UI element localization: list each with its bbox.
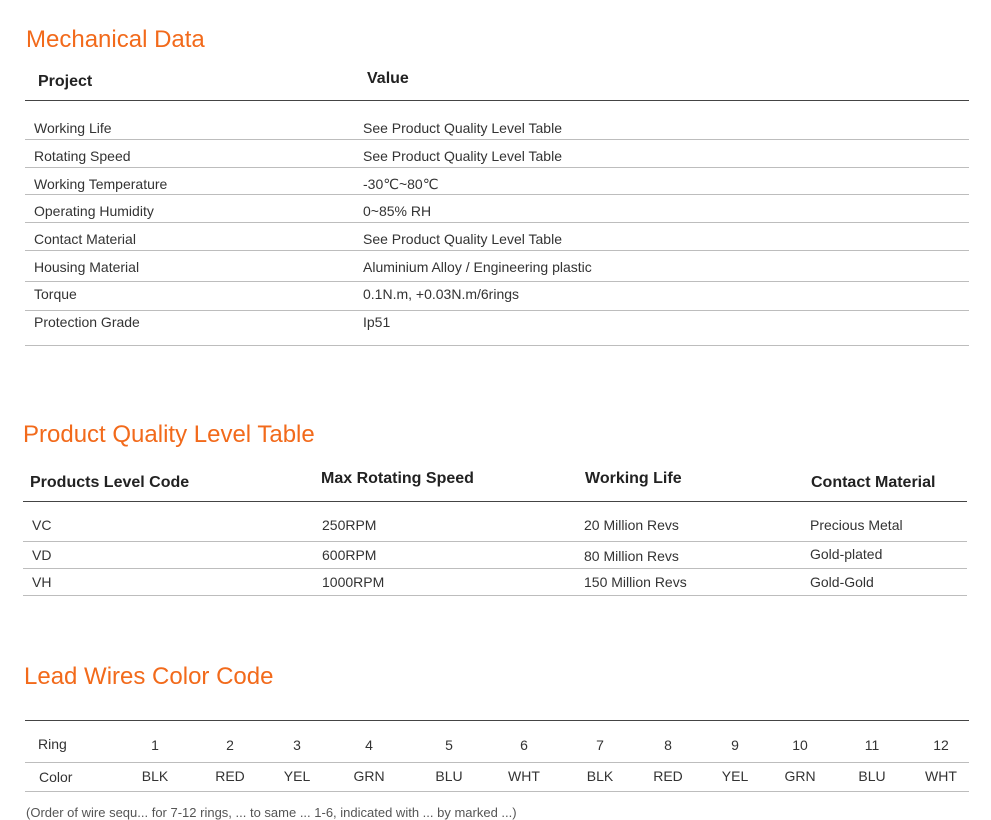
mechanical-row-value: 0.1N.m, +0.03N.m/6rings (363, 286, 520, 302)
quality-cell-max-speed: 600RPM (322, 547, 377, 563)
ring-number: 1 (151, 737, 159, 753)
mechanical-row-value: 0~85% RH (363, 203, 432, 219)
mechanical-row-project: Operating Humidity (34, 203, 154, 219)
ring-number: 9 (731, 737, 739, 753)
wire-color: RED (215, 768, 245, 784)
quality-cell-level-code: VH (32, 574, 52, 590)
wire-color: GRN (353, 768, 385, 784)
ring-number: 7 (596, 737, 604, 753)
ring-number: 2 (226, 737, 234, 753)
mechanical-row-rule (25, 310, 969, 311)
mechanical-row-rule (25, 222, 969, 223)
wire-color: BLU (858, 768, 886, 784)
color-label: Color (39, 769, 73, 785)
lead-wires-title: Lead Wires Color Code (24, 663, 274, 690)
footnote: (Order of wire sequ... for 7-12 rings, .… (26, 805, 517, 820)
wire-color: RED (653, 768, 683, 784)
mechanical-row-project: Protection Grade (34, 314, 140, 330)
mechanical-row-project: Rotating Speed (34, 148, 131, 164)
wire-color: WHT (925, 768, 957, 784)
quality-table-title: Product Quality Level Table (23, 421, 315, 448)
wire-color: BLK (141, 768, 169, 784)
mechanical-row-rule (25, 139, 969, 140)
ring-number: 12 (933, 737, 949, 753)
mechanical-row-project: Working Temperature (34, 176, 168, 192)
wire-color: YEL (721, 768, 749, 784)
mechanical-row-value: Ip51 (363, 314, 391, 330)
mechanical-row-rule (25, 167, 969, 168)
header-working-life: Working Life (585, 470, 682, 487)
lead-wires-bottom-rule (25, 791, 969, 792)
mechanical-row-project: Contact Material (34, 231, 136, 247)
quality-cell-contact-material: Gold-plated (810, 546, 883, 562)
mechanical-row-value: Aluminium Alloy / Engineering plastic (363, 259, 592, 275)
mechanical-row-project: Housing Material (34, 259, 140, 275)
quality-cell-contact-material: Gold-Gold (810, 574, 874, 590)
mechanical-row-value: See Product Quality Level Table (363, 148, 562, 164)
mechanical-row-value: See Product Quality Level Table (363, 231, 562, 247)
mechanical-row-project: Torque (34, 286, 77, 302)
header-level-code: Products Level Code (30, 474, 190, 491)
mechanical-row-rule (25, 281, 969, 282)
mechanical-row-rule (25, 345, 969, 346)
header-max-speed: Max Rotating Speed (321, 470, 474, 487)
ring-number: 5 (445, 737, 453, 753)
quality-cell-max-speed: 250RPM (322, 517, 377, 533)
ring-number: 6 (520, 737, 528, 753)
mechanical-row-project: Working Life (34, 120, 112, 136)
header-contact-material: Contact Material (811, 474, 936, 491)
quality-row-rule (23, 595, 967, 596)
quality-header-rule (23, 501, 967, 502)
quality-cell-level-code: VC (32, 517, 52, 533)
wire-color: BLU (435, 768, 463, 784)
ring-number: 8 (664, 737, 672, 753)
quality-cell-working-life: 150 Million Revs (584, 574, 687, 590)
wire-color: GRN (784, 768, 816, 784)
ring-label: Ring (38, 736, 67, 752)
header-value: Value (367, 70, 409, 87)
ring-number: 10 (792, 737, 808, 753)
mechanical-row-rule (25, 194, 969, 195)
quality-cell-contact-material: Precious Metal (810, 517, 903, 533)
quality-row-rule (23, 541, 967, 542)
wire-color: YEL (283, 768, 311, 784)
quality-row-rule (23, 568, 967, 569)
quality-cell-level-code: VD (32, 547, 52, 563)
ring-number: 4 (365, 737, 373, 753)
wire-color: BLK (586, 768, 614, 784)
ring-number: 11 (864, 737, 880, 753)
lead-wires-top-rule (25, 720, 969, 721)
quality-cell-max-speed: 1000RPM (322, 574, 385, 590)
quality-cell-working-life: 20 Million Revs (584, 517, 679, 533)
mechanical-row-value: See Product Quality Level Table (363, 120, 562, 136)
ring-number: 3 (293, 737, 301, 753)
header-project: Project (38, 73, 93, 90)
mechanical-header-rule (25, 100, 969, 101)
mechanical-data-title: Mechanical Data (26, 26, 205, 53)
quality-cell-working-life: 80 Million Revs (584, 548, 679, 564)
mechanical-row-rule (25, 250, 969, 251)
lead-wires-mid-rule (25, 762, 969, 763)
wire-color: WHT (508, 768, 540, 784)
mechanical-row-value: -30℃~80℃ (363, 176, 439, 192)
